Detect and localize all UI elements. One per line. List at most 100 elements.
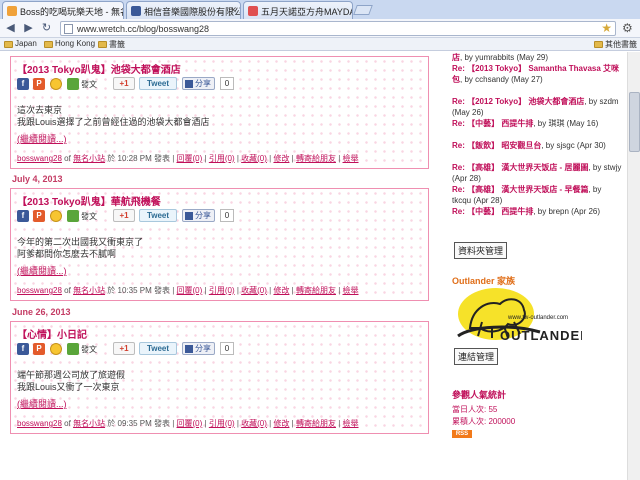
favorite-link[interactable]: 收藏(0) — [241, 419, 267, 428]
plurk-icon[interactable]: P — [33, 343, 45, 355]
post-title[interactable]: 【2013 Tokyo趴鬼】池袋大都會酒店 — [17, 61, 181, 76]
report-link[interactable]: 檢舉 — [343, 154, 359, 163]
reply-link[interactable]: 回覆(0) — [177, 154, 203, 163]
post-icon[interactable] — [67, 210, 79, 222]
forward-link[interactable]: 轉寄給朋友 — [296, 154, 336, 163]
read-more-link[interactable]: (繼續閱讀...) — [17, 397, 67, 410]
post-label[interactable]: 發文 — [81, 344, 97, 355]
link-manage-button[interactable]: 連結管理 — [454, 348, 499, 365]
new-tab-button[interactable] — [353, 5, 373, 15]
tab-music-company[interactable]: 相信音樂國際股份有限公司 ✕ — [126, 1, 241, 19]
bookmark-label: Hong Kong — [55, 39, 96, 48]
outlander-url: www.tw-outlander.com — [507, 315, 568, 321]
quote-link[interactable]: 引用(0) — [209, 286, 235, 295]
smiley-icon[interactable] — [50, 343, 62, 355]
bookmark-star-icon[interactable]: ★ — [601, 21, 612, 35]
bookmark-folder-japan[interactable]: Japan — [4, 39, 37, 48]
plurk-icon[interactable]: P — [33, 78, 45, 90]
tweet-button[interactable]: Tweet — [139, 77, 177, 90]
outlander-logo[interactable]: www.tw-outlander.com OUTLANDER — [452, 288, 590, 348]
comment-title[interactable]: 店 — [452, 53, 460, 62]
blog-link[interactable]: 無名小站 — [73, 154, 105, 163]
facebook-share-button[interactable]: 分享 — [182, 77, 215, 90]
recent-comment-item[interactable]: 店, by yumrabbits (May 29) — [452, 52, 622, 63]
google-plus-button[interactable]: +1 — [113, 342, 135, 355]
comment-title[interactable]: Re: 【中藝】 西提牛排 — [452, 207, 533, 216]
smiley-icon[interactable] — [50, 78, 62, 90]
bookmark-folder-books[interactable]: 書籤 — [98, 39, 125, 50]
scrollbar-thumb[interactable] — [629, 92, 640, 152]
facebook-share-button[interactable]: 分享 — [182, 209, 215, 222]
facebook-icon[interactable]: f — [17, 343, 29, 355]
forward-arrow-icon[interactable]: ▶ — [21, 21, 36, 36]
reload-icon[interactable]: ↻ — [39, 21, 54, 36]
facebook-icon[interactable]: f — [17, 78, 29, 90]
post-time: 於 09:35 PM 發表 — [107, 419, 170, 428]
vertical-scrollbar[interactable] — [627, 52, 640, 480]
comment-title[interactable]: Re: 【2012 Tokyo】 池袋大都會酒店 — [452, 97, 584, 106]
recent-comment-item[interactable]: Re: 【中藝】 西提牛排, by 琪琪 (May 16) — [452, 118, 622, 129]
wrench-menu-icon[interactable]: ⚙ — [622, 21, 633, 35]
post-title[interactable]: 【2013 Tokyo趴鬼】華航飛機餐 — [17, 193, 161, 208]
close-icon[interactable]: ✕ — [229, 5, 237, 16]
reply-link[interactable]: 回覆(0) — [177, 286, 203, 295]
tab-boss-blog[interactable]: Boss的吃喝玩樂天地 - 無名小站 — [2, 1, 124, 19]
folder-manage-button[interactable]: 資料夾管理 — [454, 242, 508, 259]
forward-link[interactable]: 轉寄給朋友 — [296, 419, 336, 428]
rss-badge[interactable]: RSS — [452, 430, 472, 438]
post-label[interactable]: 發文 — [81, 211, 97, 222]
quote-link[interactable]: 引用(0) — [209, 419, 235, 428]
blog-link[interactable]: 無名小站 — [73, 286, 105, 295]
post-icon[interactable] — [67, 343, 79, 355]
post-icon[interactable] — [67, 78, 79, 90]
recent-comment-item[interactable]: Re: 【高雄】 漢大世界天饭店 - 早餐篇, by tkcqu (Apr 28… — [452, 184, 622, 206]
recent-comment-item[interactable]: Re: 【2012 Tokyo】 池袋大都會酒店, by szdm (May 2… — [452, 96, 622, 118]
share-count: 0 — [220, 342, 234, 355]
blog-post: 【2013 Tokyo趴鬼】池袋大都會酒店 f P 發文 +1 Tweet 分享 0 這次去… — [10, 56, 429, 169]
reply-link[interactable]: 回覆(0) — [177, 419, 203, 428]
comment-author: , by 琪琪 (May 16) — [533, 119, 599, 128]
favorite-link[interactable]: 收藏(0) — [241, 154, 267, 163]
bookmark-folder-hong-kong[interactable]: Hong Kong — [44, 39, 95, 48]
facebook-icon[interactable]: f — [17, 210, 29, 222]
recent-comment-item[interactable]: Re: 【2013 Tokyo】 Samantha Thavasa 艾咪包, b… — [452, 63, 622, 85]
tab-mayday[interactable]: 五月天諾亞方舟MAYDAY — [243, 1, 353, 19]
outlander-heading: Outlander 家族 — [452, 276, 516, 286]
author-link[interactable]: bosswang28 — [17, 419, 62, 428]
smiley-icon[interactable] — [50, 210, 62, 222]
tab-favicon — [248, 6, 258, 16]
tweet-button[interactable]: Tweet — [139, 209, 177, 222]
author-link[interactable]: bosswang28 — [17, 154, 62, 163]
comment-title[interactable]: Re: 【飯飲】 昭安觀旦台 — [452, 141, 541, 150]
read-more-link[interactable]: (繼續閱讀...) — [17, 264, 67, 277]
edit-link[interactable]: 修改 — [273, 154, 289, 163]
facebook-share-button[interactable]: 分享 — [182, 342, 215, 355]
post-title[interactable]: 【心情】小日記 — [17, 326, 87, 341]
url-input[interactable] — [77, 23, 577, 35]
edit-link[interactable]: 修改 — [273, 286, 289, 295]
comment-title[interactable]: Re: 【高雄】 漢大世界天饭店 - 早餐篇 — [452, 185, 588, 194]
google-plus-button[interactable]: +1 — [113, 77, 135, 90]
forward-link[interactable]: 轉寄給朋友 — [296, 286, 336, 295]
read-more-link[interactable]: (繼續閱讀...) — [17, 132, 67, 145]
quote-link[interactable]: 引用(0) — [209, 154, 235, 163]
recent-comment-item[interactable]: Re: 【高雄】 漢大世界天饭店 - 居麗圖, by stwjy (Apr 28… — [452, 162, 622, 184]
google-plus-button[interactable]: +1 — [113, 209, 135, 222]
report-link[interactable]: 檢舉 — [343, 286, 359, 295]
favorite-link[interactable]: 收藏(0) — [241, 286, 267, 295]
address-bar[interactable]: ★ — [60, 21, 616, 36]
back-arrow-icon[interactable]: ◀ — [3, 21, 18, 36]
post-meta: bosswang28 of 無名小站 於 10:28 PM 發表 | 回覆(0)… — [17, 154, 359, 163]
blog-link[interactable]: 無名小站 — [73, 419, 105, 428]
post-label[interactable]: 發文 — [81, 79, 97, 90]
recent-comment-item[interactable]: Re: 【中藝】 西提牛排, by brepn (Apr 26) — [452, 206, 622, 217]
comment-title[interactable]: Re: 【中藝】 西提牛排 — [452, 119, 533, 128]
author-link[interactable]: bosswang28 — [17, 286, 62, 295]
comment-title[interactable]: Re: 【高雄】 漢大世界天饭店 - 居麗圖 — [452, 163, 588, 172]
recent-comment-item[interactable]: Re: 【飯飲】 昭安觀旦台, by sjsgc (Apr 30) — [452, 140, 622, 151]
other-bookmarks[interactable]: 其他書籤 — [594, 39, 637, 50]
plurk-icon[interactable]: P — [33, 210, 45, 222]
tweet-button[interactable]: Tweet — [139, 342, 177, 355]
edit-link[interactable]: 修改 — [273, 419, 289, 428]
report-link[interactable]: 檢舉 — [343, 419, 359, 428]
